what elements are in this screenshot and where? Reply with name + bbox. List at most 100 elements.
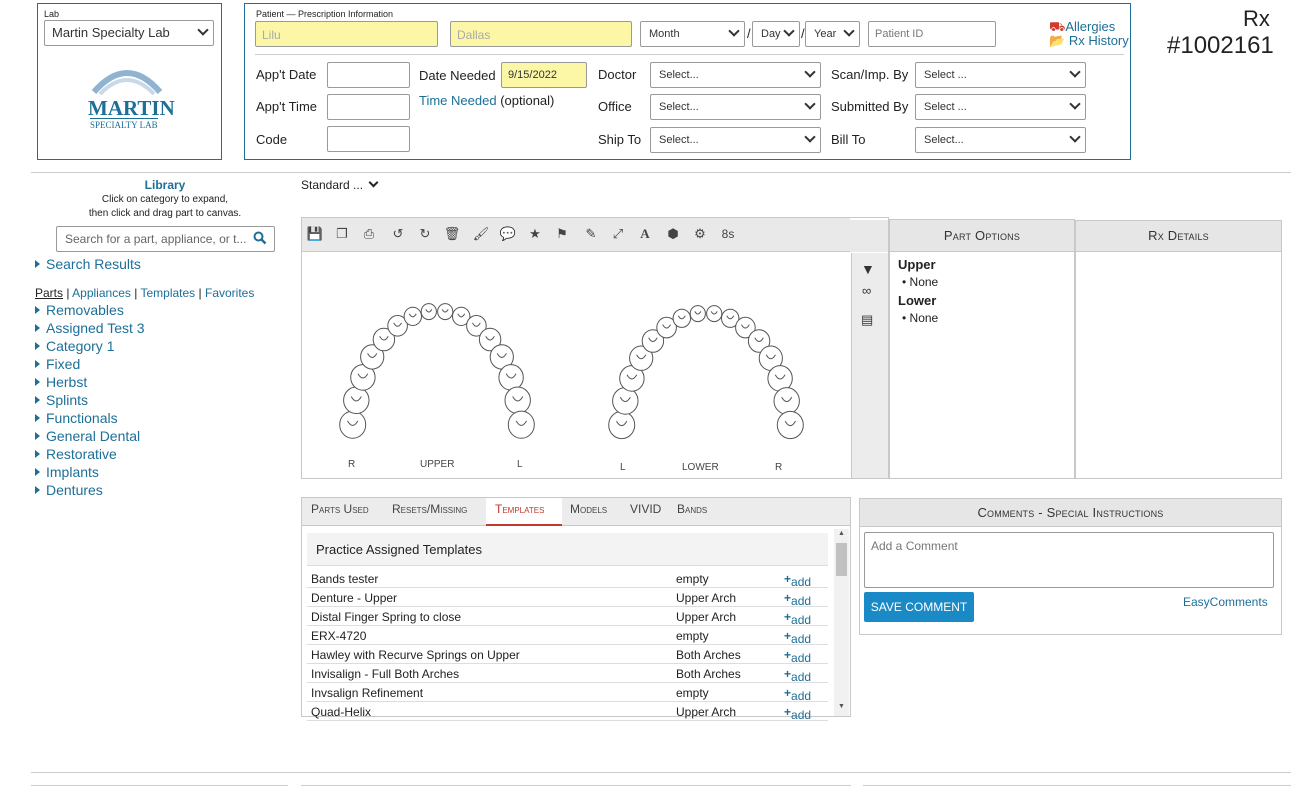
redo-icon[interactable]: ↻ <box>416 225 434 243</box>
easycomments-link[interactable]: EasyComments <box>1183 595 1268 609</box>
office-select[interactable]: Select... <box>650 94 821 120</box>
lower-tooth[interactable] <box>612 387 639 415</box>
rx-history-link[interactable]: 📂 Rx History <box>1049 33 1129 49</box>
category-item[interactable]: Functionals <box>35 410 118 426</box>
standard-dropdown[interactable]: Standard ... <box>301 177 379 192</box>
add-template-button[interactable]: + add <box>784 572 811 589</box>
category-item[interactable]: Splints <box>35 392 88 408</box>
scroll-up-icon[interactable]: ▲ <box>838 530 845 537</box>
first-name-input[interactable]: Lilu <box>255 21 438 47</box>
add-template-button[interactable]: + add <box>784 648 811 665</box>
pencil-icon[interactable]: ✎ <box>582 225 600 243</box>
star-icon[interactable]: ★ <box>526 225 544 243</box>
ship-to-select[interactable]: Select... <box>650 127 821 153</box>
add-template-button[interactable]: + add <box>784 705 811 722</box>
template-row: Quad-Helix Upper Arch + add <box>307 702 828 722</box>
lab-select[interactable]: Martin Specialty Lab <box>44 20 214 46</box>
caret-right-icon <box>35 342 40 350</box>
tab-templates[interactable]: Templates <box>495 502 544 516</box>
lower-label: LOWER <box>682 462 719 473</box>
chevron-down-icon <box>1069 66 1081 78</box>
time-needed-link[interactable]: Time Needed (optional) <box>419 93 554 108</box>
category-item[interactable]: Herbst <box>35 374 87 390</box>
category-item[interactable]: Assigned Test 3 <box>35 320 145 336</box>
plus-icon: + <box>784 648 792 662</box>
appt-time-input[interactable] <box>327 94 410 120</box>
upper-tooth[interactable] <box>498 364 524 391</box>
caret-right-icon <box>35 450 40 458</box>
print-icon[interactable]: ⎙ <box>360 225 378 243</box>
year-select[interactable]: Year <box>805 21 860 47</box>
category-item[interactable]: Implants <box>35 464 99 480</box>
tab-bands[interactable]: Bands <box>677 502 707 516</box>
upper-tooth[interactable] <box>504 386 531 415</box>
add-template-button[interactable]: + add <box>784 591 811 608</box>
comment-textarea[interactable]: Add a Comment <box>864 532 1274 588</box>
search-icon[interactable] <box>253 231 267 245</box>
nav-templates[interactable]: Templates <box>140 286 195 300</box>
add-template-button[interactable]: + add <box>784 686 811 703</box>
template-name: Distal Finger Spring to close <box>311 610 462 624</box>
comment-icon[interactable]: 💬 <box>499 225 517 243</box>
bridge-icon[interactable]: ▤ <box>861 312 873 328</box>
add-template-button[interactable]: + add <box>784 629 811 646</box>
tab-vivid[interactable]: VIVID <box>630 502 661 516</box>
save-comment-button[interactable]: SAVE COMMENT <box>864 592 974 622</box>
lower-tooth[interactable] <box>773 387 800 415</box>
add-label: add <box>791 613 812 627</box>
add-label: add <box>791 651 812 665</box>
gear-icon[interactable]: ⚙ <box>691 225 709 243</box>
tab-resets-missing[interactable]: Resets/Missing <box>392 502 467 516</box>
link-icon[interactable]: ∞ <box>862 283 871 298</box>
nav-favorites[interactable]: Favorites <box>205 286 254 300</box>
search-results-item[interactable]: Search Results <box>35 256 141 272</box>
nav-parts[interactable]: Parts <box>35 286 63 300</box>
tooth-chart[interactable]: UPPER R L LOWER L R <box>303 253 850 478</box>
cube-icon[interactable]: ⬢ <box>664 225 682 243</box>
tag-icon[interactable]: ⚑ <box>553 225 571 243</box>
template-name: Quad-Helix <box>311 705 372 719</box>
add-template-button[interactable]: + add <box>784 667 811 684</box>
copy-icon[interactable]: ❐ <box>333 225 351 243</box>
category-item[interactable]: Restorative <box>35 446 117 462</box>
category-item[interactable]: Removables <box>35 302 124 318</box>
last-name-input[interactable]: Dallas <box>450 21 632 47</box>
bill-to-select[interactable]: Select... <box>915 127 1086 153</box>
category-item[interactable]: Dentures <box>35 482 103 498</box>
upper-tooth[interactable] <box>343 386 370 415</box>
resize-icon[interactable]: ⤢ <box>609 225 627 243</box>
scan-by-select[interactable]: Select ... <box>915 62 1086 88</box>
patient-id-input[interactable]: Patient ID <box>868 21 996 47</box>
category-item[interactable]: General Dental <box>35 428 140 444</box>
library-search-input[interactable]: Search for a part, appliance, or t... <box>56 226 275 252</box>
lower-tooth[interactable] <box>608 410 636 440</box>
none-label: None <box>909 311 939 325</box>
tab-models[interactable]: Models <box>570 502 607 516</box>
code-input[interactable] <box>327 126 410 152</box>
brush-icon[interactable]: 🖌 <box>472 225 490 243</box>
upper-tooth[interactable] <box>507 410 535 439</box>
tooth-icon[interactable]: ▼ <box>861 261 875 277</box>
add-template-button[interactable]: + add <box>784 610 811 627</box>
category-item[interactable]: Category 1 <box>35 338 114 354</box>
text-icon[interactable]: A <box>636 225 654 243</box>
category-label: Splints <box>46 392 89 408</box>
appt-date-input[interactable] <box>327 62 410 88</box>
undo-icon[interactable]: ↺ <box>389 225 407 243</box>
lower-tooth[interactable] <box>776 410 804 440</box>
nav-appliances[interactable]: Appliances <box>72 286 131 300</box>
month-select[interactable]: Month <box>640 21 745 47</box>
upper-tooth[interactable] <box>339 410 367 439</box>
tab-parts-used[interactable]: Parts Used <box>311 502 369 516</box>
save-icon[interactable]: 💾 <box>306 225 324 243</box>
template-name: ERX-4720 <box>311 629 367 643</box>
scroll-down-icon[interactable]: ▼ <box>838 703 845 710</box>
category-item[interactable]: Fixed <box>35 356 80 372</box>
nav-sep: | <box>66 286 70 300</box>
scroll-thumb[interactable] <box>836 543 847 576</box>
day-select[interactable]: Day <box>752 21 800 47</box>
date-needed-input[interactable]: 9/15/2022 <box>501 62 587 88</box>
trash-icon[interactable]: 🗑 <box>443 225 461 243</box>
doctor-select[interactable]: Select... <box>650 62 821 88</box>
submitted-by-select[interactable]: Select ... <box>915 94 1086 120</box>
